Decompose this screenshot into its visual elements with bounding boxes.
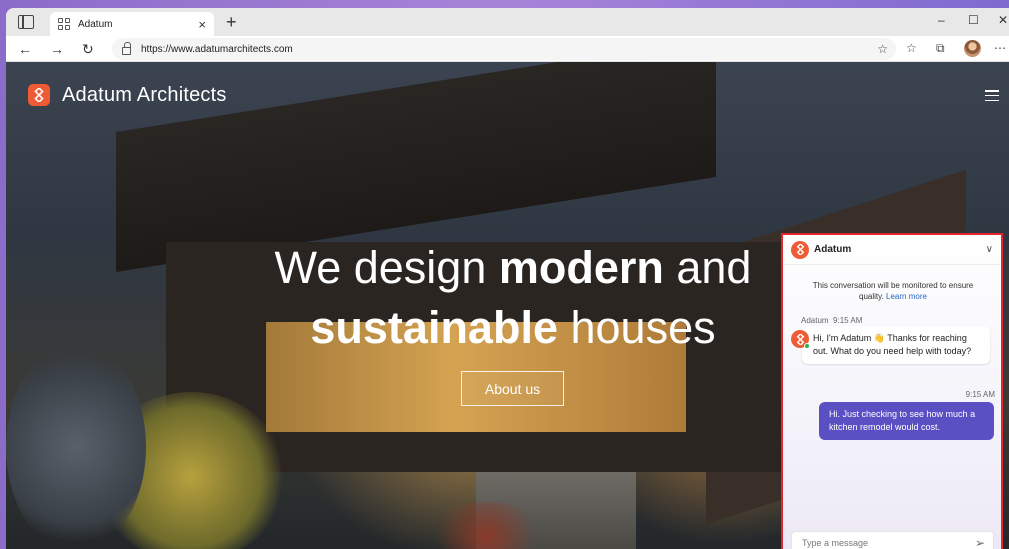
hero-heading: We design modern and sustainable houses bbox=[274, 242, 752, 353]
send-icon[interactable]: ➢ bbox=[975, 536, 985, 549]
bot-message-meta: Adatum 9:15 AM bbox=[801, 316, 863, 325]
brand-name[interactable]: Adatum Architects bbox=[62, 84, 227, 107]
web-page: Adatum Architects We design modern and s… bbox=[6, 62, 1009, 549]
chat-header: Adatum ∨ bbox=[783, 235, 1001, 265]
message-composer: ➢ bbox=[791, 531, 994, 549]
url-text[interactable]: https://www.adatumarchitects.com bbox=[141, 44, 877, 55]
menu-icon[interactable] bbox=[985, 90, 999, 101]
profile-avatar[interactable] bbox=[964, 40, 981, 57]
address-bar[interactable]: https://www.adatumarchitects.com ☆ bbox=[112, 38, 896, 60]
tab-close-icon[interactable]: × bbox=[198, 18, 206, 31]
back-arrow-icon[interactable]: ← bbox=[18, 40, 32, 58]
about-us-button[interactable]: About us bbox=[461, 371, 564, 406]
browser-toolbar: ← → ↻ https://www.adatumarchitects.com ☆… bbox=[6, 36, 1009, 62]
tab-favicon-icon bbox=[58, 18, 70, 30]
new-tab-button[interactable]: + bbox=[226, 12, 237, 32]
close-window-button[interactable]: ✕ bbox=[998, 13, 1008, 27]
bot-message-avatar bbox=[791, 330, 810, 349]
lock-icon[interactable] bbox=[122, 42, 131, 55]
learn-more-link[interactable]: Learn more bbox=[886, 292, 927, 301]
chat-panel: Adatum ∨ This conversation will be monit… bbox=[781, 233, 1003, 549]
chat-title: Adatum bbox=[814, 244, 852, 255]
online-status-icon bbox=[804, 343, 810, 349]
user-message-time: 9:15 AM bbox=[965, 390, 995, 399]
neighbor-house-image bbox=[6, 342, 146, 549]
tab-adatum[interactable]: Adatum × bbox=[50, 12, 214, 36]
collections-icon[interactable]: ⧉ bbox=[936, 41, 945, 56]
bot-message: Hi, I'm Adatum 👋 Thanks for reaching out… bbox=[802, 326, 990, 364]
more-icon[interactable]: ⋯ bbox=[994, 41, 1006, 55]
brand-logo-icon[interactable] bbox=[28, 84, 50, 106]
forward-arrow-icon[interactable]: → bbox=[50, 40, 64, 58]
tab-strip: Adatum × + – ☐ ✕ bbox=[6, 8, 1009, 36]
refresh-icon[interactable]: ↻ bbox=[82, 40, 94, 58]
browser-window: Adatum × + – ☐ ✕ ← → ↻ https://www.adatu… bbox=[6, 8, 1009, 549]
favorites-icon[interactable]: ☆ bbox=[906, 41, 917, 55]
user-message: Hi. Just checking to see how much a kitc… bbox=[819, 402, 994, 440]
tab-actions-icon[interactable] bbox=[18, 15, 34, 29]
favorite-star-icon[interactable]: ☆ bbox=[877, 42, 888, 56]
chevron-down-icon[interactable]: ∨ bbox=[986, 244, 993, 255]
message-input[interactable] bbox=[802, 538, 975, 548]
minimize-button[interactable]: – bbox=[938, 13, 945, 27]
maximize-button[interactable]: ☐ bbox=[968, 13, 979, 27]
monitoring-notice: This conversation will be monitored to e… bbox=[812, 281, 974, 301]
tab-title: Adatum bbox=[78, 18, 113, 30]
bot-avatar bbox=[791, 240, 809, 259]
